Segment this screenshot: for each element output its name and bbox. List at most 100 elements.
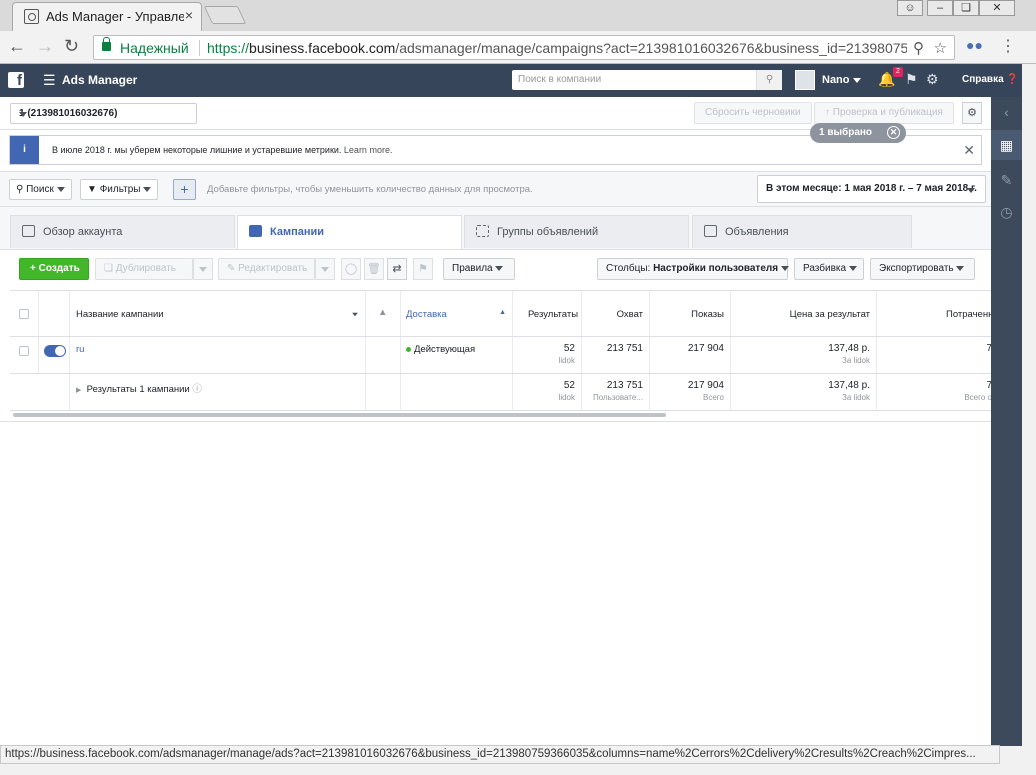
collapse-icon[interactable]: ‹ [991, 97, 1022, 127]
tab-ads[interactable]: Объявления [692, 215, 912, 248]
summary-impressions-unit: Всего [703, 393, 724, 402]
campaign-toggle[interactable] [44, 345, 66, 357]
user-icon[interactable]: ☺ [897, 0, 923, 16]
chevron-down-icon[interactable] [352, 312, 358, 317]
breakdown-button[interactable]: Разбивка [794, 258, 864, 280]
filters-button[interactable]: ▼ Фильтры [80, 179, 159, 200]
settings-gear-icon[interactable]: ⚙ [962, 102, 982, 124]
tab-ad-sets[interactable]: Группы объявлений [464, 215, 689, 248]
cost-value: 137,48 р. [828, 343, 870, 354]
edit-button[interactable]: ✎ Редактировать [218, 258, 315, 280]
date-range-label: В этом месяце: 1 мая 2018 г. – 7 мая 201… [766, 183, 977, 194]
results-column-header[interactable]: Результаты [513, 291, 582, 336]
reset-icon[interactable]: ◯ [341, 258, 361, 280]
avatar[interactable] [795, 70, 815, 90]
back-icon[interactable]: ← [8, 36, 26, 57]
close-icon[interactable]: ✕ [963, 142, 975, 159]
summary-name: Результаты 1 кампании [86, 384, 190, 395]
edit-dropdown[interactable] [315, 258, 335, 280]
row-checkbox[interactable] [19, 346, 29, 356]
toggle-header [39, 291, 70, 336]
menu-icon[interactable]: ☰ [43, 72, 56, 89]
facebook-logo-icon[interactable]: f [8, 72, 24, 88]
gear-icon[interactable]: ⚙ [926, 71, 939, 88]
add-filter-button[interactable]: + [173, 179, 196, 200]
window-bottom-edge [0, 764, 1036, 775]
account-selector[interactable]: 1 (213981016032676) [10, 103, 197, 124]
create-button[interactable]: + Создать [19, 258, 89, 280]
tab-campaigns[interactable]: Кампании [237, 215, 462, 249]
campaign-name-link[interactable]: ru [76, 344, 84, 355]
bookmark-star-icon[interactable]: ☆ [934, 39, 947, 57]
new-tab-button[interactable] [203, 6, 247, 24]
tab-account-overview[interactable]: Обзор аккаунта [10, 215, 235, 248]
impressions-column-header[interactable]: Показы [650, 291, 731, 336]
zoom-icon[interactable]: ⚲ [913, 39, 924, 57]
discard-drafts-button[interactable]: Сбросить черновики [694, 102, 812, 124]
columns-button[interactable]: Столбцы: Настройки пользователя [597, 258, 789, 280]
tag-icon[interactable]: ⚑ [413, 258, 433, 280]
table-row[interactable]: ru Действующая 52 lidok 213 751 217 904 … [10, 337, 991, 374]
search-input[interactable]: Поиск в компании [518, 74, 601, 85]
browser-tab[interactable]: Ads Manager - Управле × [12, 2, 202, 31]
reach-column-header[interactable]: Охват [582, 291, 650, 336]
address-bar[interactable]: Надежный https://business.facebook.com/a… [93, 35, 955, 60]
reload-icon[interactable]: ↻ [64, 36, 79, 57]
summary-row: ▶ Результаты 1 кампании ⓘ 52 lidok 213 7… [10, 374, 991, 411]
spent-column-header[interactable]: Потраченн [877, 291, 991, 336]
tab-label: Кампании [270, 226, 325, 238]
preview-icon[interactable]: ⇄ [387, 258, 407, 280]
browser-status-bar: https://business.facebook.com/adsmanager… [0, 745, 1000, 764]
date-range-picker[interactable]: В этом месяце: 1 мая 2018 г. – 7 мая 201… [757, 175, 986, 203]
summary-spent-unit: Всего о [964, 393, 991, 402]
campaigns-table: Название кампании ▲ Доставка ▲ Результат… [10, 290, 991, 411]
clock-icon[interactable]: ◷ [991, 197, 1022, 227]
rules-button[interactable]: Правила [443, 258, 515, 280]
duplicate-button[interactable]: ❏ Дублировать [95, 258, 193, 280]
columns-value: Настройки пользователя [653, 263, 779, 274]
chevron-down-icon [852, 77, 861, 83]
menu-dots-icon[interactable]: ⋮ [1000, 36, 1016, 56]
summary-label[interactable]: ▶ Результаты 1 кампании ⓘ [76, 381, 202, 395]
sort-asc-icon[interactable]: ▲ [499, 309, 506, 316]
trash-icon[interactable]: 🗑 [364, 258, 384, 280]
select-all-checkbox[interactable] [19, 309, 29, 319]
selected-count-label: 1 выбрано [819, 127, 873, 138]
selected-count-pill[interactable]: 1 выбрано ✕ [810, 123, 906, 143]
cost-column-header[interactable]: Цена за результат [731, 291, 877, 336]
help-link[interactable]: Справка ❓ [962, 74, 1019, 85]
clear-selection-icon[interactable]: ✕ [887, 126, 900, 139]
name-column-header[interactable]: Название кампании [70, 291, 366, 336]
summary-results-unit: lidok [558, 393, 575, 402]
close-tab-icon[interactable]: × [185, 7, 193, 23]
forward-icon[interactable]: → [36, 36, 54, 57]
delivery-column-header[interactable]: Доставка ▲ [401, 291, 513, 336]
chevron-down-icon [967, 188, 975, 193]
extension-icon[interactable]: ●● [966, 37, 983, 53]
notice-text: В июле 2018 г. мы уберем некоторые лишни… [52, 145, 392, 155]
learn-more-link[interactable]: Learn more. [344, 145, 393, 155]
info-icon[interactable]: ⓘ [192, 384, 202, 395]
main-content: 1 (213981016032676) Сбросить черновики ↑… [0, 97, 991, 746]
minimize-icon[interactable]: – [927, 0, 953, 16]
duplicate-dropdown[interactable] [193, 258, 213, 280]
delivery-cell: Действующая [401, 337, 513, 373]
status-dot-icon [406, 346, 411, 352]
select-all-cell [10, 291, 39, 336]
results-cell: 52 lidok [513, 337, 582, 373]
company-search[interactable]: Поиск в компании ⚲ [512, 70, 782, 90]
restore-icon[interactable]: ❏ [953, 0, 979, 16]
review-publish-button[interactable]: ↑ Проверка и публикация [814, 102, 954, 124]
search-button[interactable]: ⚲ Поиск [9, 179, 72, 200]
search-icon[interactable]: ⚲ [756, 70, 782, 90]
flag-icon[interactable]: ⚑ [905, 71, 918, 88]
user-name[interactable]: Nano [822, 74, 861, 86]
chart-icon[interactable]: ▦ [991, 130, 1022, 160]
divider [0, 421, 991, 422]
url-text: https://business.facebook.com/adsmanager… [207, 40, 907, 56]
horizontal-scrollbar[interactable] [13, 413, 666, 417]
export-button[interactable]: Экспортировать [870, 258, 975, 280]
window-close-icon[interactable]: ✕ [979, 0, 1015, 16]
info-icon: i [10, 136, 39, 164]
pencil-icon[interactable]: ✎ [991, 165, 1022, 195]
